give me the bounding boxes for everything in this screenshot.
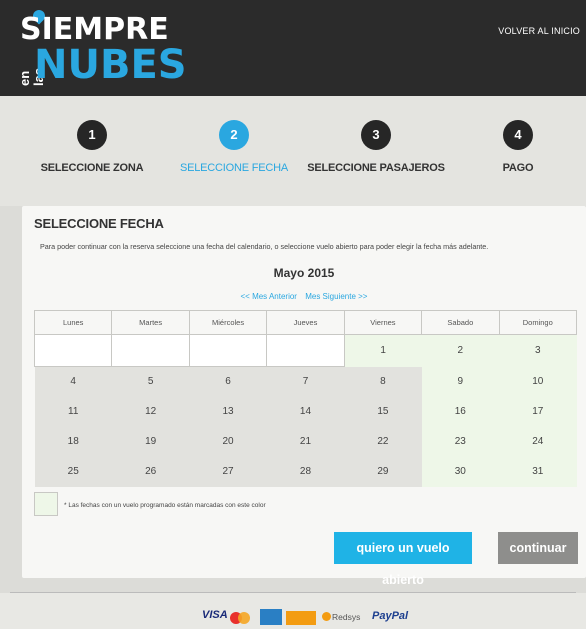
step-number: 4 <box>503 120 533 150</box>
calendar-day[interactable]: 10 <box>499 366 577 397</box>
calendar-day[interactable]: 3 <box>499 334 577 367</box>
month-nav: << Mes Anterior Mes Siguiente >> <box>22 292 586 301</box>
prev-month-link[interactable]: << Mes Anterior <box>241 292 297 301</box>
visa-logo: VISA <box>202 609 228 621</box>
step-pago: 4 PAGO <box>448 120 586 190</box>
calendar-day[interactable]: 31 <box>499 456 577 487</box>
logo-bottom-text: NUBES <box>34 42 187 88</box>
redsys-logo: Redsys <box>322 612 360 629</box>
calendar-day[interactable]: 1 <box>344 334 422 367</box>
step-fecha: 2 SELECCIONE FECHA <box>164 120 304 190</box>
calendar-day[interactable]: 14 <box>266 396 345 427</box>
step-zona: 1 SELECCIONE ZONA <box>22 120 162 190</box>
weekday-header: Lunes <box>33 310 113 335</box>
empty-cell <box>266 334 345 367</box>
empty-cell <box>188 334 268 367</box>
calendar-day[interactable]: 24 <box>499 426 577 457</box>
weekday-header: Domingo <box>498 310 578 335</box>
legend-text: * Las fechas con un vuelo programado est… <box>64 502 266 509</box>
calendar-day[interactable]: 17 <box>499 396 577 427</box>
maestro-icon <box>286 611 316 625</box>
calendar-day[interactable]: 11 <box>34 396 112 427</box>
open-flight-button[interactable]: quiero un vuelo abierto <box>334 532 472 587</box>
calendar-day[interactable]: 2 <box>421 334 500 367</box>
calendar-day[interactable]: 16 <box>421 396 500 427</box>
calendar-day[interactable]: 5 <box>111 366 190 397</box>
empty-cell <box>33 334 113 367</box>
calendar-day[interactable]: 25 <box>34 456 112 487</box>
calendar-day[interactable]: 27 <box>189 456 267 487</box>
next-month-link[interactable]: Mes Siguiente >> <box>305 292 367 301</box>
calendar-day[interactable]: 20 <box>189 426 267 457</box>
calendar-day[interactable]: 29 <box>344 456 422 487</box>
weekday-header: Sabado <box>421 310 500 335</box>
mastercard-icon <box>230 609 254 627</box>
amex-icon <box>260 609 282 625</box>
calendar-day[interactable]: 4 <box>34 366 112 397</box>
logo-side-text: en las <box>17 67 46 86</box>
calendar-day[interactable]: 12 <box>111 396 190 427</box>
calendar-day[interactable]: 8 <box>344 366 422 397</box>
calendar-day[interactable]: 18 <box>34 426 112 457</box>
calendar-day[interactable]: 19 <box>111 426 190 457</box>
calendar: Lunes Martes Miércoles Jueves Viernes Sa… <box>33 310 578 487</box>
step-number: 1 <box>77 120 107 150</box>
legend-color-box <box>34 492 58 516</box>
step-number: 2 <box>219 120 249 150</box>
calendar-day[interactable]: 30 <box>421 456 500 487</box>
logo[interactable]: SIEMPRE en las NUBES <box>17 7 187 88</box>
panel-title: SELECCIONE FECHA <box>34 216 164 231</box>
back-home-link[interactable]: VOLVER AL INICIO <box>498 26 580 36</box>
calendar-day[interactable]: 22 <box>344 426 422 457</box>
panel-description: Para poder continuar con la reserva sele… <box>40 242 489 251</box>
empty-cell <box>111 334 190 367</box>
weekday-header: Miércoles <box>188 310 268 335</box>
paypal-logo: PayPal <box>372 610 409 622</box>
month-title: Mayo 2015 <box>273 266 335 280</box>
calendar-day[interactable]: 6 <box>189 366 267 397</box>
calendar-day[interactable]: 7 <box>266 366 345 397</box>
calendar-day[interactable]: 21 <box>266 426 345 457</box>
calendar-day[interactable]: 26 <box>111 456 190 487</box>
step-label: PAGO <box>502 162 534 174</box>
date-panel: SELECCIONE FECHA Para poder continuar co… <box>22 206 586 587</box>
weekday-header: Jueves <box>266 310 345 335</box>
site-header: SIEMPRE en las NUBES VOLVER AL INICIO <box>0 0 586 96</box>
step-label: SELECCIONE ZONA <box>40 162 144 174</box>
continue-button[interactable]: continuar <box>498 532 578 564</box>
step-label: SELECCIONE PASAJEROS <box>307 162 445 174</box>
calendar-day[interactable]: 15 <box>344 396 422 427</box>
footer: VISA Redsys PayPal <box>0 593 586 629</box>
calendar-day[interactable]: 23 <box>421 426 500 457</box>
step-number: 3 <box>361 120 391 150</box>
weekday-header: Viernes <box>343 310 423 335</box>
calendar-day[interactable]: 13 <box>189 396 267 427</box>
step-label: SELECCIONE FECHA <box>179 162 289 174</box>
weekday-header: Martes <box>111 310 190 335</box>
calendar-day[interactable]: 28 <box>266 456 345 487</box>
steps-bar: 1 SELECCIONE ZONA 2 SELECCIONE FECHA 3 S… <box>0 96 586 206</box>
calendar-day[interactable]: 9 <box>421 366 500 397</box>
step-pasajeros: 3 SELECCIONE PASAJEROS <box>306 120 446 190</box>
